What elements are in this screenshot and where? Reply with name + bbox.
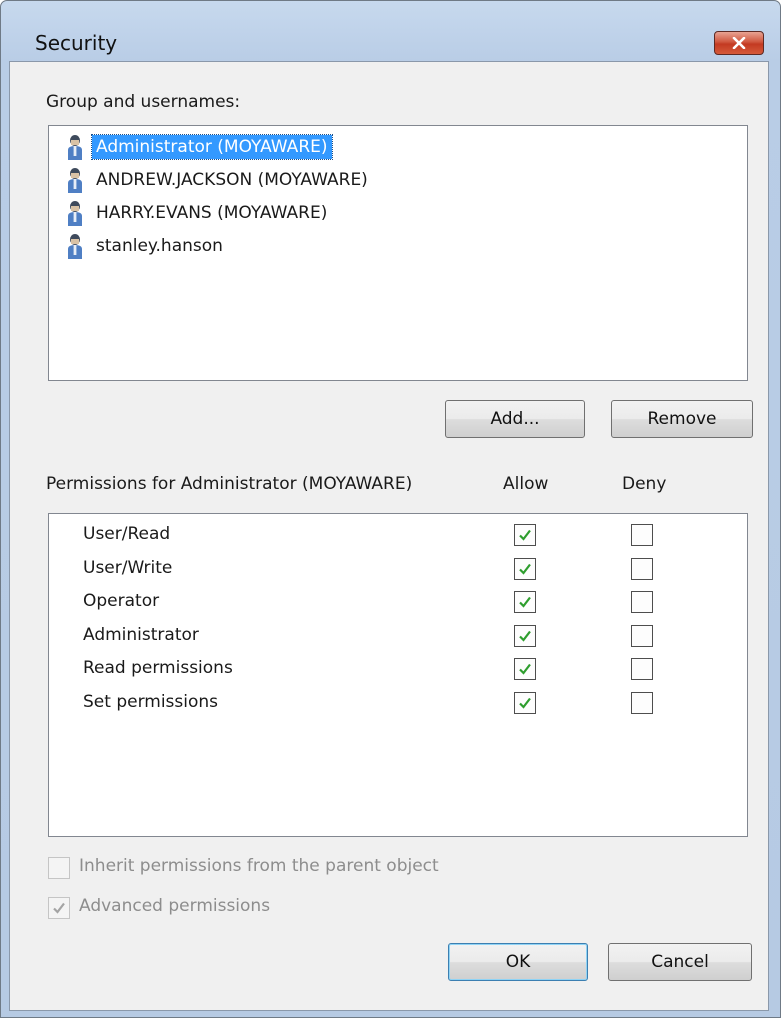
permission-label: User/Read bbox=[83, 524, 171, 544]
close-icon bbox=[732, 37, 746, 49]
remove-button[interactable]: Remove bbox=[611, 400, 753, 438]
inherit-checkbox-label: Inherit permissions from the parent obje… bbox=[79, 856, 439, 876]
close-button[interactable] bbox=[714, 31, 764, 55]
permission-row: Read permissions bbox=[49, 652, 747, 686]
allow-column-header: Allow bbox=[503, 474, 549, 494]
security-dialog: Security Group and usernames: Administra… bbox=[0, 0, 781, 1018]
user-icon bbox=[68, 234, 82, 259]
checkmark-icon bbox=[53, 902, 65, 914]
checkmark-icon bbox=[519, 663, 531, 675]
deny-checkbox[interactable] bbox=[631, 591, 653, 613]
user-list-item[interactable]: HARRY.EVANS (MOYAWARE) bbox=[65, 198, 331, 228]
permission-row: User/Read bbox=[49, 518, 747, 552]
checkmark-icon bbox=[519, 630, 531, 642]
permissions-list: User/Read User/Write Operator Administrator… bbox=[48, 513, 748, 837]
user-list-item[interactable]: ANDREW.JACKSON (MOYAWARE) bbox=[65, 165, 372, 195]
deny-checkbox[interactable] bbox=[631, 557, 653, 580]
deny-checkbox[interactable] bbox=[631, 658, 653, 680]
allow-checkbox[interactable] bbox=[514, 524, 536, 546]
allow-checkbox[interactable] bbox=[514, 557, 536, 580]
checkmark-icon bbox=[519, 563, 531, 575]
user-name: HARRY.EVANS (MOYAWARE) bbox=[96, 203, 328, 223]
allow-checkbox[interactable] bbox=[514, 658, 536, 680]
user-icon bbox=[68, 168, 82, 193]
permission-row: Operator bbox=[49, 585, 747, 619]
user-list-item[interactable]: stanley.hanson bbox=[65, 231, 227, 261]
add-button[interactable]: Add... bbox=[445, 400, 585, 438]
permissions-label: Permissions for Administrator (MOYAWARE) bbox=[46, 474, 413, 494]
deny-checkbox[interactable] bbox=[631, 691, 653, 714]
checkmark-icon bbox=[519, 697, 531, 709]
advanced-permissions-checkbox[interactable] bbox=[48, 897, 70, 919]
dialog-client-area: Group and usernames: Administrator (MOYA… bbox=[9, 61, 769, 1011]
permission-row: Set permissions bbox=[49, 686, 747, 720]
ok-button[interactable]: OK bbox=[448, 943, 588, 981]
permission-label: Set permissions bbox=[83, 691, 219, 712]
permission-label: Administrator bbox=[83, 624, 199, 645]
user-icon bbox=[68, 201, 82, 226]
permission-row: User/Write bbox=[49, 552, 747, 586]
allow-checkbox[interactable] bbox=[514, 691, 536, 714]
inherit-checkbox[interactable] bbox=[48, 857, 70, 879]
deny-column-header: Deny bbox=[622, 474, 667, 494]
allow-checkbox[interactable] bbox=[514, 624, 536, 647]
permission-label: User/Write bbox=[83, 557, 173, 578]
user-list-item[interactable]: Administrator (MOYAWARE) bbox=[65, 132, 333, 162]
deny-checkbox[interactable] bbox=[631, 524, 653, 546]
checkmark-icon bbox=[519, 529, 531, 541]
user-name: stanley.hanson bbox=[96, 236, 223, 256]
user-name: Administrator (MOYAWARE) bbox=[91, 134, 333, 160]
checkmark-icon bbox=[519, 596, 531, 608]
advanced-permissions-label: Advanced permissions bbox=[79, 896, 271, 916]
title-bar[interactable]: Security bbox=[1, 1, 780, 61]
permission-row: Administrator bbox=[49, 619, 747, 653]
cancel-button[interactable]: Cancel bbox=[608, 943, 752, 981]
user-list[interactable]: Administrator (MOYAWARE) ANDREW.JACKSON (… bbox=[48, 125, 748, 381]
permission-label: Operator bbox=[83, 591, 160, 611]
permission-label: Read permissions bbox=[83, 658, 233, 678]
window-title: Security bbox=[35, 31, 118, 55]
deny-checkbox[interactable] bbox=[631, 624, 653, 647]
user-name: ANDREW.JACKSON (MOYAWARE) bbox=[96, 170, 368, 190]
user-icon bbox=[68, 135, 82, 160]
users-label: Group and usernames: bbox=[46, 92, 241, 112]
allow-checkbox[interactable] bbox=[514, 591, 536, 613]
